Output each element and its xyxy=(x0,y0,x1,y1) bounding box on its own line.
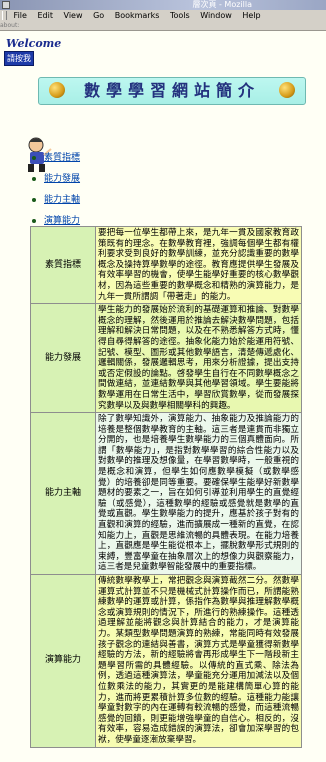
window-title: 層次頁 - Mozilla xyxy=(192,0,252,9)
title-bar: 層次頁 - Mozilla xyxy=(0,0,326,10)
section-nav: 素質指標 能力發展 能力主軸 演算能力 xyxy=(32,151,80,235)
table-row: 演算能力 傳統數學教學上，常把觀念與演算截然二分。然數學運算式計算並不只是機械式… xyxy=(31,575,301,747)
row-text: 除了數學知識外，演算能力、抽象能力及推論能力的培養是整個數學教育的主軸。這三者是… xyxy=(96,413,301,574)
row-text: 傳統數學教學上，常把觀念與演算截然二分。然數學運算式計算並不只是機械式計算操作而… xyxy=(96,575,301,747)
page-title: 數學學習網站簡介 xyxy=(83,81,260,100)
row-label: 素質指標 xyxy=(31,227,95,304)
content-table: 素質指標 要把每一位學生都帶上來，是九年一貫及國家教育政策既有的理念。在數學教育… xyxy=(30,226,302,748)
table-row: 素質指標 要把每一位學生都帶上來，是九年一貫及國家教育政策既有的理念。在數學教育… xyxy=(31,227,301,304)
menu-bar: File Edit View Go Bookmarks Tools Window… xyxy=(0,10,326,22)
row-label: 演算能力 xyxy=(31,575,95,747)
page-banner: 數學學習網站簡介 xyxy=(38,77,306,105)
toolbar-grip-icon[interactable] xyxy=(2,11,7,20)
table-row: 能力主軸 除了數學知識外，演算能力、抽象能力及推論能力的培養是整個數學教育的主軸… xyxy=(31,413,301,574)
menu-view[interactable]: View xyxy=(64,11,83,20)
orb-icon xyxy=(279,82,295,98)
table-row: 能力發展 學生能力的發展始於流利的基礎運算和推論、對數學概念的理解，然後運用於推… xyxy=(31,304,301,413)
menu-window[interactable]: Window xyxy=(200,11,232,20)
row-label: 能力發展 xyxy=(31,304,95,413)
nav-item-axis: 能力主軸 xyxy=(32,193,80,214)
menu-help[interactable]: Help xyxy=(242,11,260,20)
nav-item-development: 能力發展 xyxy=(32,172,80,193)
location-bar[interactable]: about: xyxy=(0,22,326,31)
nav-item-indicators: 素質指標 xyxy=(32,151,80,172)
menu-edit[interactable]: Edit xyxy=(37,11,53,20)
nav-link-development[interactable]: 能力發展 xyxy=(44,174,80,184)
menu-file[interactable]: File xyxy=(14,11,27,20)
menu-go[interactable]: Go xyxy=(93,11,104,20)
menu-tools[interactable]: Tools xyxy=(170,11,190,20)
welcome-button[interactable]: 請按我 xyxy=(4,51,34,66)
nav-link-indicators[interactable]: 素質指標 xyxy=(44,153,80,163)
page-content: Welcome 請按我 數學學習網站簡介 素質指標 能力發展 能力主軸 演算能力… xyxy=(0,31,326,762)
nav-link-axis[interactable]: 能力主軸 xyxy=(44,195,80,205)
nav-link-computation[interactable]: 演算能力 xyxy=(44,216,80,226)
row-label: 能力主軸 xyxy=(31,413,95,574)
menu-bookmarks[interactable]: Bookmarks xyxy=(115,11,160,20)
orb-icon xyxy=(49,82,65,98)
welcome-logo: Welcome xyxy=(6,37,62,50)
row-text: 學生能力的發展始於流利的基礎運算和推論、對數學概念的理解，然後運用於推論去解決數… xyxy=(96,304,301,413)
window-menu-icon[interactable] xyxy=(2,1,10,9)
row-text: 要把每一位學生都帶上來，是九年一貫及國家教育政策既有的理念。在數學教育裡，強調每… xyxy=(96,227,301,304)
